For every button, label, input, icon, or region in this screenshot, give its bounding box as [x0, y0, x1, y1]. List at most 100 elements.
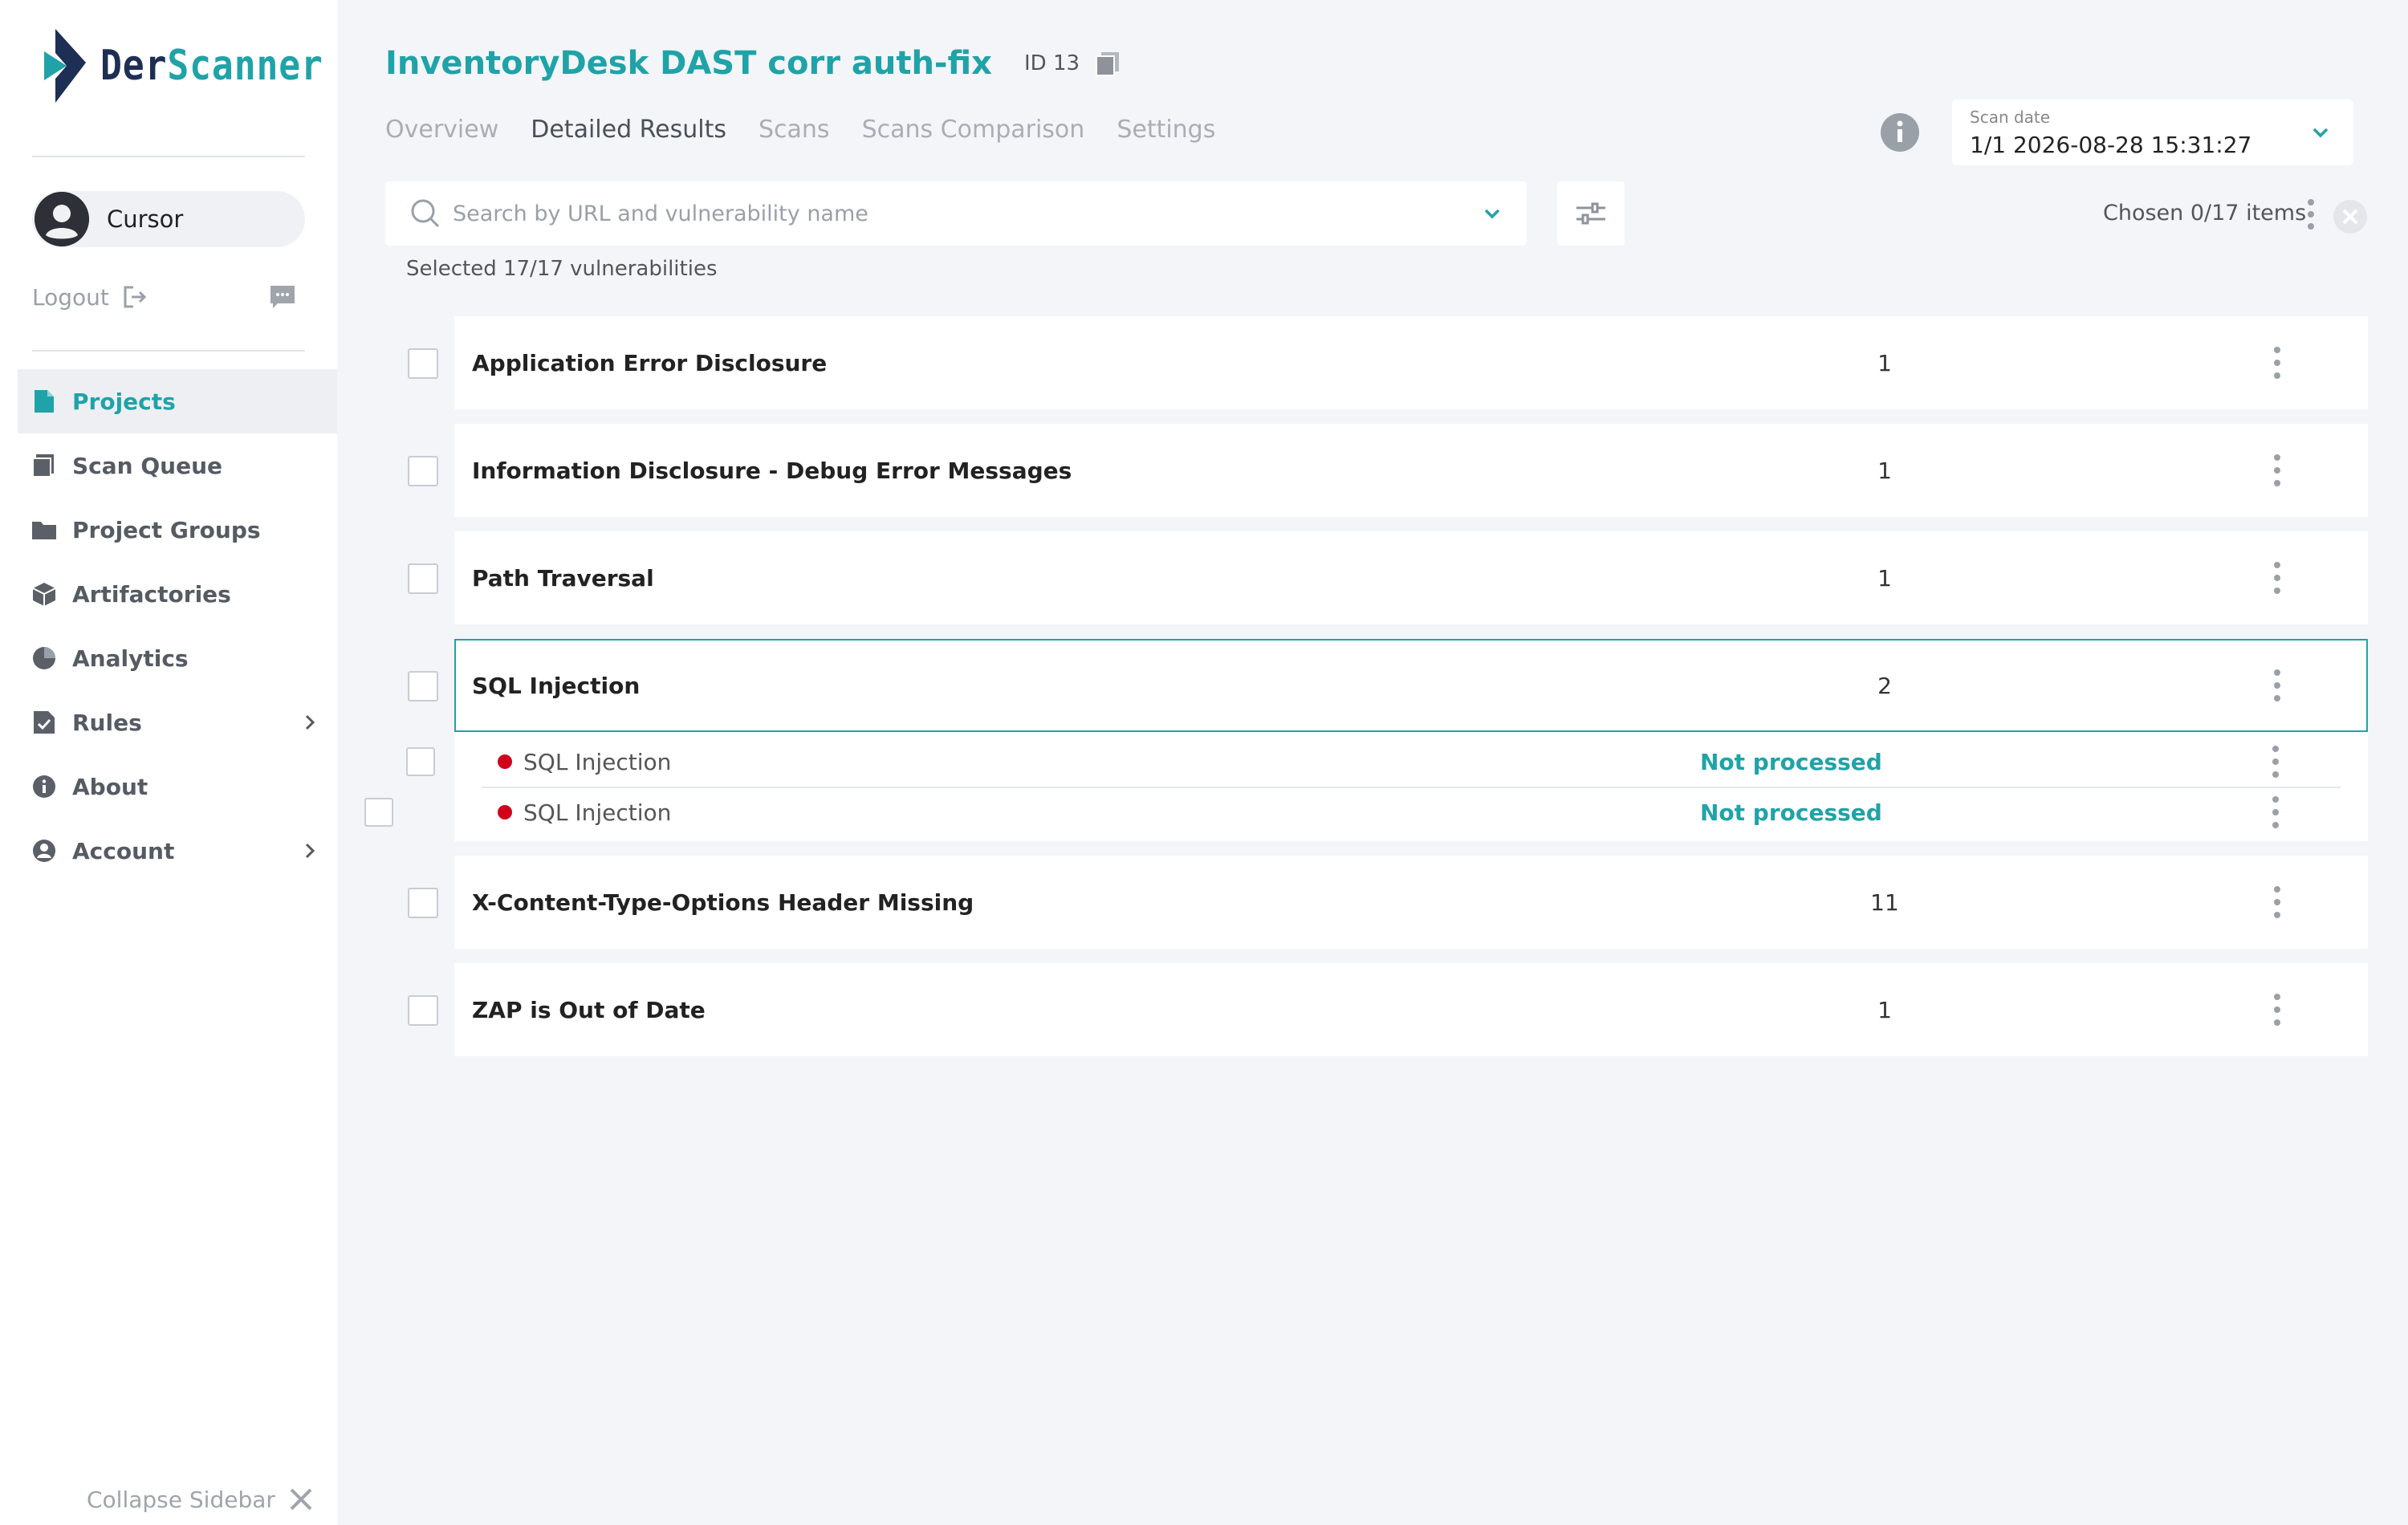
vulnerability-instance-row[interactable]: SQL Injection Not processed — [406, 737, 2368, 787]
search-bar — [385, 181, 1527, 246]
sidebar-item-label: Projects — [72, 388, 176, 415]
filter-sliders-icon — [1576, 202, 1605, 225]
chevron-right-icon — [305, 714, 315, 730]
vulnerability-row: ZAP is Out of Date 1 — [385, 963, 2368, 1056]
chevron-right-icon — [305, 843, 315, 859]
vulnerability-card[interactable]: SQL Injection 2 — [454, 639, 2368, 732]
collapse-sidebar-button[interactable]: Collapse Sidebar — [87, 1485, 315, 1514]
more-vertical-icon[interactable] — [2272, 560, 2283, 596]
sidebar-item-account[interactable]: Account — [18, 819, 337, 883]
tab-detailed-results[interactable]: Detailed Results — [531, 116, 726, 144]
more-vertical-icon[interactable] — [2272, 453, 2283, 488]
clear-selection-icon[interactable] — [2333, 199, 2368, 234]
folder-icon — [31, 516, 58, 543]
sidebar-item-label: Artifactories — [72, 580, 231, 608]
row-checkbox[interactable] — [408, 888, 438, 918]
page-header: InventoryDesk DAST corr auth-fix ID 13 — [385, 45, 1121, 82]
vulnerability-count: 2 — [1877, 672, 1892, 699]
instance-status: Not processed — [1700, 748, 1882, 775]
user-name: Cursor — [107, 205, 184, 233]
more-vertical-icon[interactable] — [2272, 992, 2283, 1027]
sidebar-item-project-groups[interactable]: Project Groups — [18, 498, 337, 562]
filter-button[interactable] — [1557, 181, 1625, 246]
logo[interactable]: DerScanner — [44, 29, 360, 103]
more-vertical-icon[interactable] — [2272, 668, 2283, 703]
row-checkbox[interactable] — [408, 348, 438, 379]
selected-vulnerabilities-count: Selected 17/17 vulnerabilities — [406, 257, 718, 281]
pie-chart-icon — [31, 645, 58, 672]
vulnerability-name: Application Error Disclosure — [472, 349, 828, 376]
vulnerability-row: Application Error Disclosure 1 — [385, 316, 2368, 409]
sidebar-item-artifactories[interactable]: Artifactories — [18, 562, 337, 626]
scan-date-value: 1/1 2026-08-28 15:31:27 — [1970, 132, 2252, 158]
more-vertical-icon[interactable] — [2270, 744, 2281, 779]
row-checkbox[interactable] — [408, 456, 438, 486]
sidebar-item-scan-queue[interactable]: Scan Queue — [18, 433, 337, 498]
vulnerability-card[interactable]: X-Content-Type-Options Header Missing 11 — [454, 856, 2368, 949]
vulnerability-name: Path Traversal — [472, 564, 654, 592]
info-icon[interactable] — [1880, 112, 1920, 152]
vulnerability-card[interactable]: ZAP is Out of Date 1 — [454, 963, 2368, 1056]
vulnerability-name: SQL Injection — [472, 672, 641, 699]
search-input[interactable] — [453, 201, 1456, 226]
row-checkbox[interactable] — [408, 563, 438, 594]
chosen-items-count: Chosen 0/17 items — [2103, 201, 2307, 226]
sidebar-item-about[interactable]: About — [18, 754, 337, 819]
vulnerability-count: 11 — [1870, 889, 1899, 916]
more-vertical-icon[interactable] — [2270, 795, 2281, 830]
tab-bar: Overview Detailed Results Scans Scans Co… — [385, 116, 1247, 144]
instance-name: SQL Injection — [523, 799, 672, 826]
main-content: InventoryDesk DAST corr auth-fix ID 13 O… — [337, 0, 2408, 1525]
vulnerability-instances: SQL Injection Not processed SQL Injectio… — [364, 732, 2368, 841]
vulnerability-count: 1 — [1877, 564, 1892, 592]
sidebar-nav: Projects Scan Queue Project Groups Artif… — [18, 369, 337, 883]
more-vertical-icon[interactable] — [2305, 197, 2316, 231]
scan-date-label: Scan date — [1970, 108, 2051, 127]
instance-checkbox[interactable] — [406, 747, 435, 776]
vulnerability-card[interactable]: Information Disclosure - Debug Error Mes… — [454, 424, 2368, 517]
vulnerability-name: ZAP is Out of Date — [472, 996, 706, 1023]
row-checkbox[interactable] — [408, 995, 438, 1026]
vulnerability-row: Path Traversal 1 — [385, 531, 2368, 624]
tab-scans[interactable]: Scans — [759, 116, 830, 144]
page-title: InventoryDesk DAST corr auth-fix — [385, 45, 992, 82]
sidebar: DerScanner Cursor Logout Projects Scan Q… — [0, 0, 337, 1525]
logout-icon[interactable] — [120, 283, 149, 311]
sidebar-divider-bottom — [32, 350, 305, 352]
logo-mark-icon — [44, 29, 86, 103]
user-profile[interactable]: Cursor — [32, 191, 305, 247]
vulnerability-instance-row[interactable]: SQL Injection Not processed — [364, 787, 2341, 836]
more-vertical-icon[interactable] — [2272, 345, 2283, 380]
vulnerability-card[interactable]: Application Error Disclosure 1 — [454, 316, 2368, 409]
scan-date-select[interactable]: Scan date 1/1 2026-08-28 15:31:27 — [1952, 100, 2353, 165]
tab-scans-comparison[interactable]: Scans Comparison — [862, 116, 1085, 144]
sidebar-divider-top — [32, 156, 305, 157]
sidebar-item-analytics[interactable]: Analytics — [18, 626, 337, 690]
more-vertical-icon[interactable] — [2272, 885, 2283, 920]
instance-name: SQL Injection — [523, 748, 672, 775]
cube-icon — [31, 580, 58, 608]
queue-icon — [31, 452, 58, 479]
collapse-sidebar-label: Collapse Sidebar — [87, 1486, 275, 1513]
vulnerability-count: 1 — [1877, 349, 1892, 376]
copy-icon[interactable] — [1094, 50, 1121, 77]
logo-text-part2: Scanner — [167, 42, 323, 90]
chat-icon[interactable] — [268, 283, 297, 311]
app: DerScanner Cursor Logout Projects Scan Q… — [0, 0, 2408, 1525]
instance-checkbox[interactable] — [364, 798, 393, 827]
sidebar-item-label: Project Groups — [72, 516, 261, 543]
avatar — [35, 192, 89, 246]
close-icon — [290, 1488, 312, 1511]
tab-settings[interactable]: Settings — [1117, 116, 1215, 144]
chevron-down-icon[interactable] — [1482, 203, 1503, 224]
sidebar-item-rules[interactable]: Rules — [18, 690, 337, 754]
logout-button[interactable]: Logout — [32, 284, 109, 311]
vulnerability-row: X-Content-Type-Options Header Missing 11 — [385, 856, 2368, 949]
sidebar-item-projects[interactable]: Projects — [18, 369, 337, 433]
tab-overview[interactable]: Overview — [385, 116, 498, 144]
row-checkbox[interactable] — [408, 671, 438, 702]
vulnerability-card[interactable]: Path Traversal 1 — [454, 531, 2368, 624]
vulnerability-count: 1 — [1877, 457, 1892, 484]
sidebar-item-label: Rules — [72, 709, 142, 736]
sidebar-item-label: Scan Queue — [72, 452, 222, 479]
